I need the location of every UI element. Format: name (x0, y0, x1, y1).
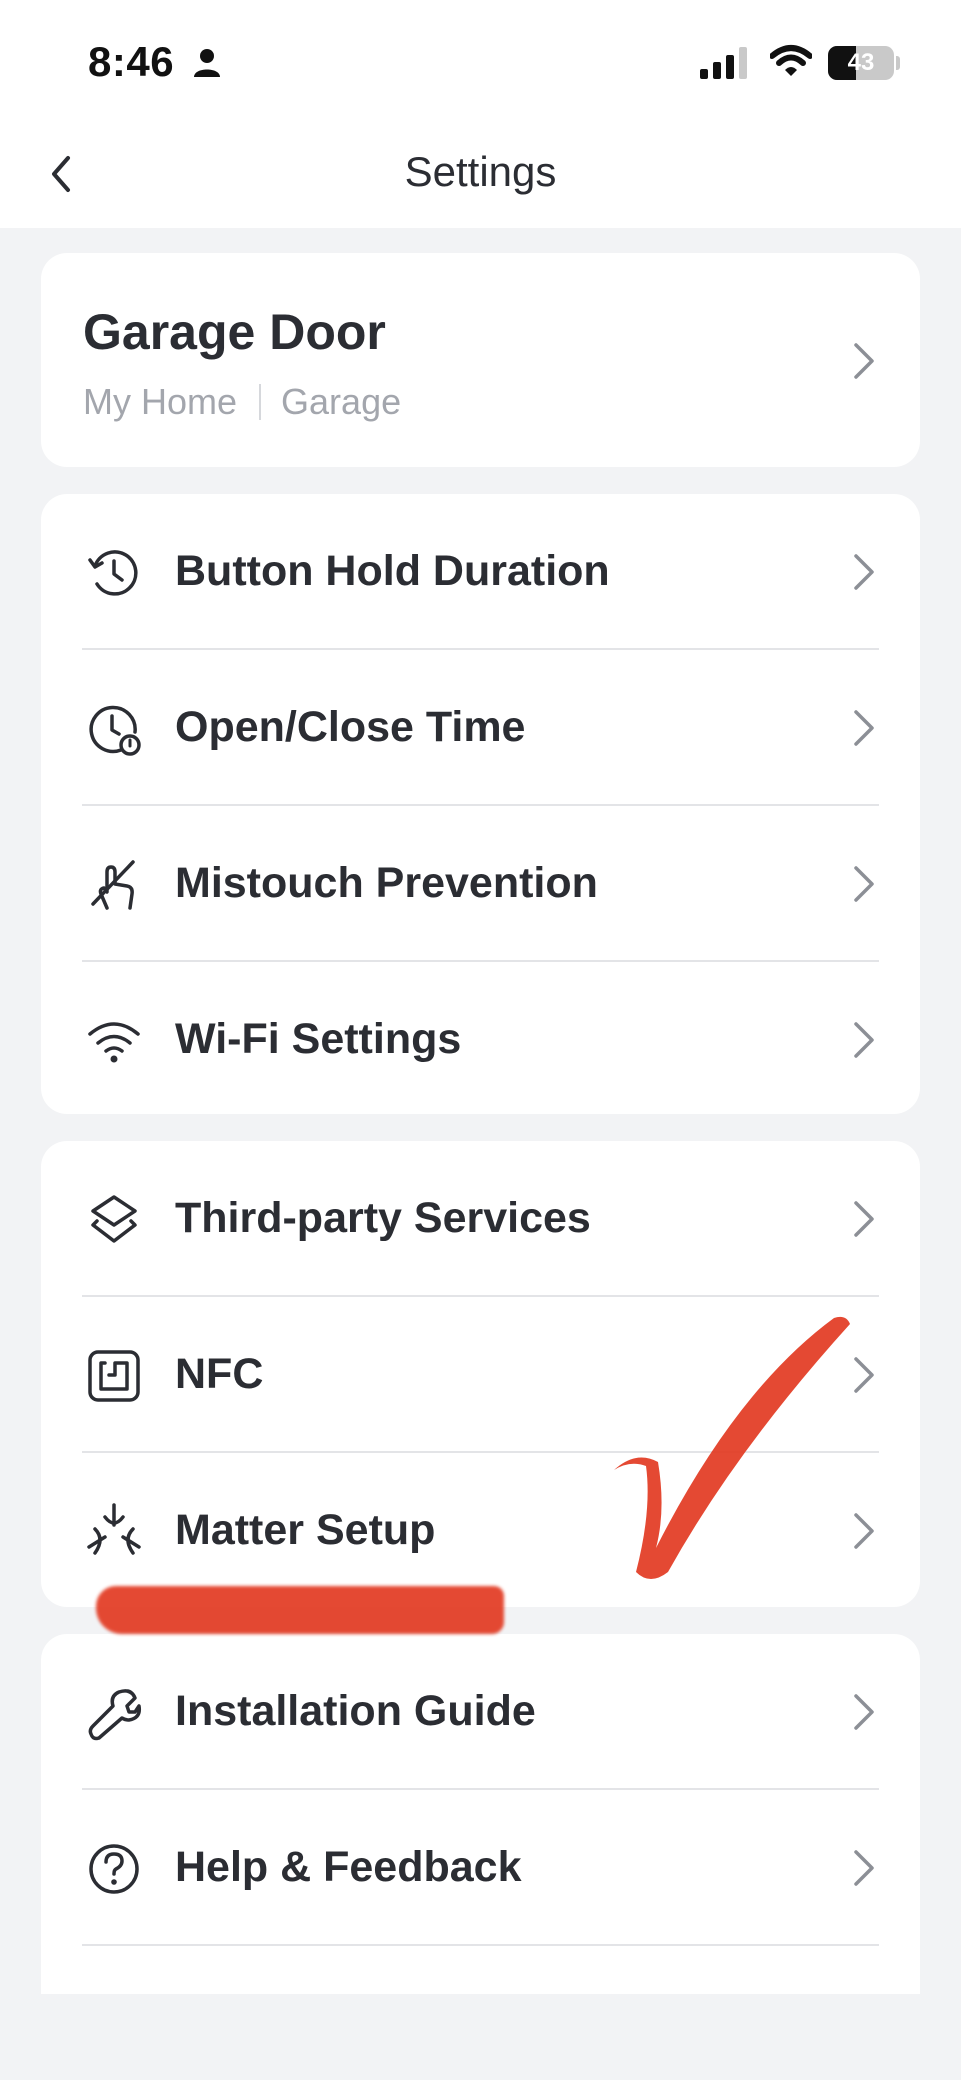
row-label: Open/Close Time (175, 703, 526, 751)
chevron-right-icon (854, 1694, 874, 1730)
nfc-icon (88, 1350, 140, 1402)
row-divider (82, 1944, 879, 1946)
clock-timer-icon (89, 705, 141, 756)
chevron-right-icon (854, 1201, 874, 1237)
row-label: Mistouch Prevention (175, 859, 598, 907)
row-label: Matter Setup (175, 1506, 436, 1554)
help-circle-icon (89, 1844, 139, 1894)
wrench-icon (88, 1689, 142, 1741)
hand-no-touch-icon (91, 860, 135, 910)
row-label: NFC (175, 1350, 264, 1398)
device-name: Garage Door (83, 304, 386, 360)
battery-percent: 43 (847, 49, 875, 76)
wifi-icon (770, 45, 812, 76)
row-label: Button Hold Duration (175, 547, 610, 595)
page-title: Settings (404, 148, 557, 195)
device-card[interactable]: Garage Door My Home Garage (41, 253, 920, 467)
status-bar: 8:46 43 (0, 0, 961, 120)
red-underline-annotation (96, 1586, 504, 1634)
settings-group-support: Installation Guide Help & Feedback (41, 1634, 920, 1994)
red-checkmark-annotation (614, 1316, 850, 1579)
chevron-right-icon (854, 554, 874, 590)
chevron-right-icon (854, 343, 874, 379)
third-party-services-row[interactable]: Third-party Services (41, 1141, 920, 1297)
battery-cap (896, 56, 900, 70)
device-home: My Home (83, 381, 238, 422)
row-label: Wi-Fi Settings (175, 1015, 462, 1063)
row-label: Help & Feedback (175, 1843, 522, 1891)
settings-group-device: Button Hold Duration Open/Close Time Mis… (41, 494, 920, 1114)
clock-history-icon (88, 550, 138, 596)
wifi-settings-row[interactable]: Wi-Fi Settings (41, 962, 920, 1118)
cellular-signal-icon (700, 47, 747, 79)
help-feedback-row[interactable]: Help & Feedback (41, 1790, 920, 1946)
row-label: Third-party Services (175, 1194, 591, 1242)
chevron-right-icon (854, 1022, 874, 1058)
matter-icon (87, 1503, 141, 1555)
chevron-right-icon (854, 710, 874, 746)
button-hold-duration-row[interactable]: Button Hold Duration (41, 494, 920, 650)
chevron-right-icon (854, 1850, 874, 1886)
row-label: Installation Guide (175, 1687, 536, 1735)
mistouch-prevention-row[interactable]: Mistouch Prevention (41, 806, 920, 962)
battery-icon: 43 (828, 46, 894, 80)
wifi-icon (88, 1022, 140, 1063)
status-time: 8:46 (88, 38, 175, 85)
device-location: My Home Garage (83, 381, 401, 423)
device-room: Garage (281, 381, 402, 422)
layers-icon (91, 1195, 137, 1243)
open-close-time-row[interactable]: Open/Close Time (41, 650, 920, 806)
nav-bar: Settings (0, 120, 961, 228)
chevron-right-icon (854, 866, 874, 902)
installation-guide-row[interactable]: Installation Guide (41, 1634, 920, 1790)
location-divider (259, 384, 262, 421)
person-icon (194, 49, 220, 77)
